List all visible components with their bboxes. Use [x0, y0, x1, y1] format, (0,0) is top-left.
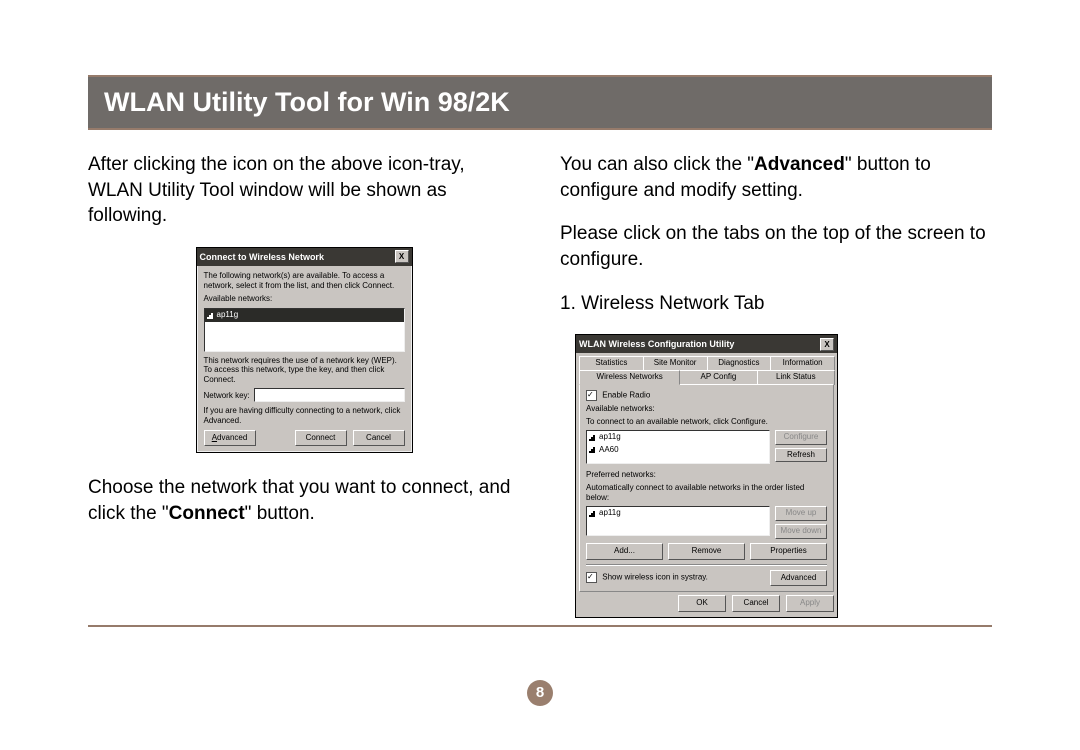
instruction-text: The following network(s) are available. …	[204, 271, 405, 290]
network-item-selected[interactable]: ap11g	[205, 309, 404, 322]
refresh-button[interactable]: Refresh	[775, 448, 827, 463]
manual-page: WLAN Utility Tool for Win 98/2K After cl…	[0, 0, 1080, 750]
tab-site-monitor[interactable]: Site Monitor	[643, 356, 708, 371]
network-item[interactable]: ap11g	[587, 507, 769, 520]
systray-label: Show wireless icon in systray.	[602, 573, 708, 582]
intro-text: After clicking the icon on the above ico…	[88, 152, 520, 229]
available-networks-list[interactable]: ap11g AA60	[586, 430, 770, 464]
connect-dialog: Connect to Wireless Network X The follow…	[196, 247, 413, 454]
dialog-title: WLAN Wireless Configuration Utility	[579, 338, 734, 350]
right-column: You can also click the "Advanced" button…	[560, 152, 992, 618]
tab-diagnostics[interactable]: Diagnostics	[707, 356, 772, 371]
preferred-networks-group: ap11g Move up Move down	[586, 506, 827, 539]
available-help: To connect to an available network, clic…	[586, 417, 827, 428]
available-networks-list[interactable]: ap11g	[204, 308, 405, 352]
available-networks-label: Available networks:	[586, 404, 827, 415]
enable-radio-row: Enable Radio	[586, 390, 827, 401]
two-column-layout: After clicking the icon on the above ico…	[88, 130, 992, 625]
remove-button[interactable]: Remove	[668, 543, 745, 560]
tabs-text: Please click on the tabs on the top of t…	[560, 221, 992, 272]
cancel-button[interactable]: Cancel	[353, 430, 405, 447]
wep-text: This network requires the use of a netwo…	[204, 356, 405, 385]
move-down-button[interactable]: Move down	[775, 524, 827, 539]
tab-strip: Statistics Site Monitor Diagnostics Info…	[576, 353, 837, 384]
dialog-buttons: OK Cancel Apply	[576, 595, 837, 617]
available-networks-label: Available networks:	[204, 294, 405, 304]
close-button[interactable]: X	[395, 250, 409, 263]
advanced-text: You can also click the "Advanced" button…	[560, 152, 992, 203]
left-column: After clicking the icon on the above ico…	[88, 152, 520, 618]
configure-button[interactable]: Configure	[775, 430, 827, 445]
advanced-button[interactable]: Advanced	[204, 430, 256, 447]
network-key-label: Network key:	[204, 391, 250, 401]
signal-icon	[589, 510, 596, 517]
dialog-titlebar: Connect to Wireless Network X	[197, 248, 412, 266]
available-networks-group: ap11g AA60 Configure Refresh	[586, 430, 827, 464]
choose-network-text: Choose the network that you want to conn…	[88, 475, 520, 526]
network-ssid: ap11g	[217, 310, 239, 321]
separator	[586, 564, 827, 566]
tab-panel: Enable Radio Available networks: To conn…	[579, 384, 834, 593]
tab-ap-config[interactable]: AP Config	[679, 370, 757, 385]
preferred-networks-list[interactable]: ap11g	[586, 506, 770, 536]
network-item[interactable]: AA60	[587, 444, 769, 457]
cancel-button[interactable]: Cancel	[732, 595, 780, 612]
preferred-help: Automatically connect to available netwo…	[586, 483, 827, 505]
dialog-titlebar: WLAN Wireless Configuration Utility X	[576, 335, 837, 353]
close-button[interactable]: X	[820, 338, 834, 351]
content-frame: WLAN Utility Tool for Win 98/2K After cl…	[88, 75, 992, 627]
advanced-button[interactable]: Advanced	[770, 570, 827, 587]
section-1-heading: 1. Wireless Network Tab	[560, 291, 992, 317]
advanced-help-text: If you are having difficulty connecting …	[204, 406, 405, 425]
move-up-button[interactable]: Move up	[775, 506, 827, 521]
properties-button[interactable]: Properties	[750, 543, 827, 560]
apply-button[interactable]: Apply	[786, 595, 834, 612]
network-key-input[interactable]	[254, 388, 405, 402]
tab-information[interactable]: Information	[770, 356, 835, 371]
page-number: 8	[527, 680, 553, 706]
signal-icon	[589, 434, 596, 441]
signal-icon	[589, 446, 596, 453]
section-title: WLAN Utility Tool for Win 98/2K	[104, 87, 510, 117]
enable-radio-checkbox[interactable]	[586, 390, 597, 401]
config-utility-dialog: WLAN Wireless Configuration Utility X St…	[575, 334, 838, 618]
add-button[interactable]: Add...	[586, 543, 663, 560]
connect-button[interactable]: Connect	[295, 430, 347, 447]
enable-radio-label: Enable Radio	[602, 390, 650, 399]
dialog-body: The following network(s) are available. …	[197, 266, 412, 453]
tab-link-status[interactable]: Link Status	[757, 370, 835, 385]
tab-statistics[interactable]: Statistics	[579, 356, 644, 371]
section-header: WLAN Utility Tool for Win 98/2K	[88, 77, 992, 130]
ok-button[interactable]: OK	[678, 595, 726, 612]
network-item[interactable]: ap11g	[587, 431, 769, 444]
systray-checkbox[interactable]	[586, 572, 597, 583]
signal-icon	[207, 312, 214, 319]
tab-wireless-networks[interactable]: Wireless Networks	[579, 370, 680, 385]
dialog-title: Connect to Wireless Network	[200, 251, 324, 263]
preferred-networks-label: Preferred networks:	[586, 470, 827, 481]
